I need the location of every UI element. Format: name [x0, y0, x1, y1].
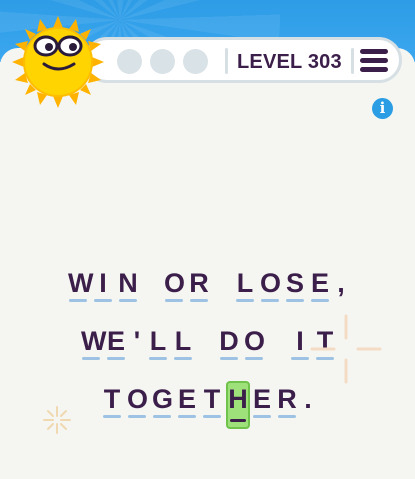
- hamburger-menu-icon[interactable]: [360, 49, 388, 73]
- letter-tile[interactable]: E: [177, 384, 197, 418]
- letter-tile[interactable]: R: [189, 268, 209, 302]
- letter-tile[interactable]: I: [93, 268, 113, 302]
- letter-tile[interactable]: W: [68, 268, 93, 302]
- letter-tile[interactable]: W: [81, 326, 106, 360]
- sparkle-icon: [43, 406, 71, 434]
- sun-mascot-icon: [12, 16, 104, 108]
- punctuation-mark: ,: [337, 268, 345, 298]
- hint-slot: [183, 49, 208, 74]
- letter-tile[interactable]: D: [219, 326, 239, 360]
- letter-tile[interactable]: O: [244, 326, 265, 360]
- letter-tile[interactable]: T: [202, 384, 222, 418]
- letter-tile[interactable]: S: [285, 268, 305, 302]
- letter-tile[interactable]: E: [252, 384, 272, 418]
- divider: [351, 48, 354, 74]
- letter-tile[interactable]: O: [127, 384, 148, 418]
- active-letter-tile[interactable]: H: [226, 381, 250, 429]
- puzzle-line: WINORLOSE,: [0, 268, 415, 302]
- level-bar: LEVEL 303: [84, 37, 402, 83]
- punctuation-mark: ': [133, 326, 141, 356]
- letter-tile[interactable]: L: [148, 326, 168, 360]
- letter-tile[interactable]: T: [102, 384, 122, 418]
- letter-tile[interactable]: O: [260, 268, 281, 302]
- letter-tile[interactable]: L: [235, 268, 255, 302]
- info-icon[interactable]: i: [372, 98, 393, 119]
- level-label: LEVEL 303: [237, 51, 342, 73]
- hint-slot: [117, 49, 142, 74]
- letter-tile[interactable]: O: [164, 268, 185, 302]
- letter-tile[interactable]: R: [277, 384, 297, 418]
- letter-tile[interactable]: E: [106, 326, 126, 360]
- letter-tile[interactable]: N: [118, 268, 138, 302]
- letter-tile[interactable]: G: [152, 384, 173, 418]
- letter-tile[interactable]: I: [290, 326, 310, 360]
- punctuation-mark: .: [304, 384, 312, 414]
- hint-slot: [150, 49, 175, 74]
- divider: [225, 48, 228, 74]
- letter-tile[interactable]: E: [310, 268, 330, 302]
- letter-tile[interactable]: L: [173, 326, 193, 360]
- sparkle-icon: [310, 314, 382, 384]
